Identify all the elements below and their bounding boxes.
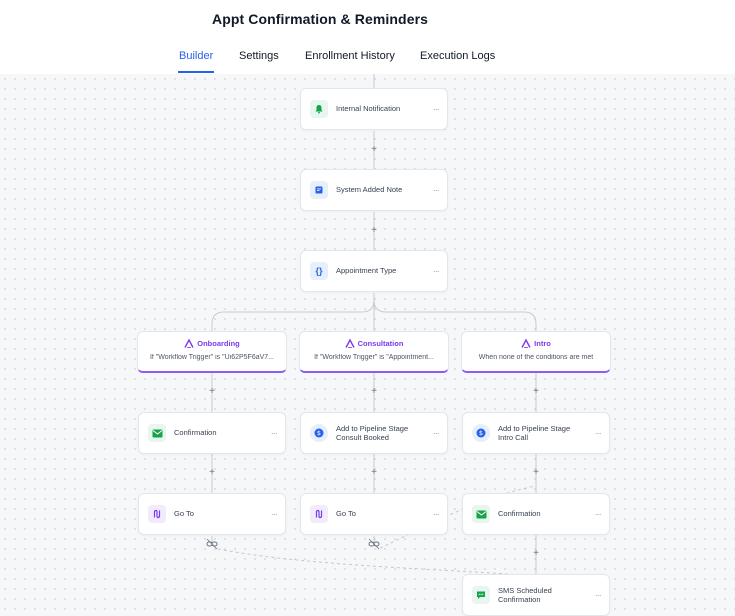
goto-route-icon: [310, 505, 328, 523]
node-label: Add to Pipeline Stage Consult Booked: [336, 423, 409, 442]
node-goto-1[interactable]: Go To ...: [138, 493, 286, 535]
note-icon: [310, 181, 328, 199]
sms-icon: [472, 586, 490, 604]
node-label: Internal Notification: [336, 104, 401, 114]
svg-text:$: $: [479, 429, 483, 437]
branch-onboarding[interactable]: Onboarding If "Workflow Trigger" is "Ui6…: [137, 331, 287, 373]
node-label: Confirmation: [174, 428, 217, 438]
branch-icon: [521, 338, 531, 348]
more-options-icon[interactable]: ...: [433, 183, 440, 193]
add-step-button[interactable]: +: [531, 549, 541, 559]
goto-route-icon: [148, 505, 166, 523]
more-options-icon[interactable]: ...: [433, 264, 440, 274]
more-options-icon[interactable]: ...: [433, 102, 440, 112]
more-options-icon[interactable]: ...: [595, 507, 602, 517]
node-sms-scheduled-confirmation[interactable]: SMS Scheduled Confirmation ...: [462, 574, 610, 616]
branch-intro[interactable]: Intro When none of the conditions are me…: [461, 331, 611, 373]
more-options-icon[interactable]: ...: [433, 507, 440, 517]
add-step-button[interactable]: +: [369, 468, 379, 478]
node-label: System Added Note: [336, 185, 403, 195]
add-step-button[interactable]: +: [369, 387, 379, 397]
node-add-pipeline-intro[interactable]: $ Add to Pipeline Stage Intro Call ...: [462, 412, 610, 454]
node-label: Add to Pipeline Stage Intro Call: [498, 423, 571, 442]
node-label: Go To: [336, 509, 356, 519]
more-options-icon[interactable]: ...: [595, 588, 602, 598]
tab-bar: Builder Settings Enrollment History Exec…: [0, 40, 735, 74]
node-label: Confirmation: [498, 509, 541, 519]
node-label: Go To: [174, 509, 194, 519]
bell-icon: [310, 100, 328, 118]
email-icon: [472, 505, 490, 523]
node-label: Appointment Type: [336, 266, 397, 276]
branch-icon: [184, 338, 194, 348]
branch-title: Intro: [534, 339, 551, 348]
node-confirmation-email[interactable]: Confirmation ...: [138, 412, 286, 454]
node-goto-2[interactable]: Go To ...: [300, 493, 448, 535]
code-braces-icon: {}: [310, 262, 328, 280]
link-icon[interactable]: [368, 537, 380, 550]
more-options-icon[interactable]: ...: [595, 426, 602, 436]
add-step-button[interactable]: +: [369, 145, 379, 155]
tab-enrollment-history[interactable]: Enrollment History: [305, 50, 395, 62]
more-options-icon[interactable]: ...: [271, 426, 278, 436]
node-system-added-note[interactable]: System Added Note ...: [300, 169, 448, 211]
add-step-button[interactable]: +: [207, 468, 217, 478]
branch-condition: If "Workflow Trigger" is "Ui62P5F6aV7...: [149, 354, 275, 361]
active-tab-indicator: [178, 71, 214, 73]
add-step-button[interactable]: +: [207, 387, 217, 397]
svg-text:$: $: [317, 429, 321, 437]
branch-title: Consultation: [357, 339, 404, 348]
branch-consultation[interactable]: Consultation If "Workflow Trigger" is "A…: [299, 331, 449, 373]
node-add-pipeline-consult[interactable]: $ Add to Pipeline Stage Consult Booked .…: [300, 412, 448, 454]
tab-settings[interactable]: Settings: [239, 50, 279, 62]
add-step-button[interactable]: +: [531, 468, 541, 478]
link-icon[interactable]: [206, 537, 218, 550]
branch-condition: When none of the conditions are met: [478, 354, 594, 361]
workflow-title: Appt Confirmation & Reminders: [212, 11, 429, 27]
add-step-button[interactable]: +: [369, 226, 379, 236]
node-appointment-type[interactable]: {} Appointment Type ...: [300, 250, 448, 292]
email-icon: [148, 424, 166, 442]
tab-execution-logs[interactable]: Execution Logs: [420, 50, 495, 62]
workflow-header: Appt Confirmation & Reminders: [0, 0, 735, 41]
node-internal-notification[interactable]: Internal Notification ...: [300, 88, 448, 130]
tab-builder[interactable]: Builder: [179, 50, 213, 62]
node-label: SMS Scheduled Confirmation: [498, 585, 552, 604]
more-options-icon[interactable]: ...: [433, 426, 440, 436]
more-options-icon[interactable]: ...: [271, 507, 278, 517]
add-step-button[interactable]: +: [531, 387, 541, 397]
node-confirmation-email-intro[interactable]: Confirmation ...: [462, 493, 610, 535]
dollar-icon: $: [472, 424, 490, 442]
branch-icon: [344, 338, 355, 348]
dollar-icon: $: [310, 424, 328, 442]
branch-condition: If "Workflow Trigger" is "Appointment...: [314, 354, 434, 361]
branch-title: Onboarding: [197, 339, 240, 348]
